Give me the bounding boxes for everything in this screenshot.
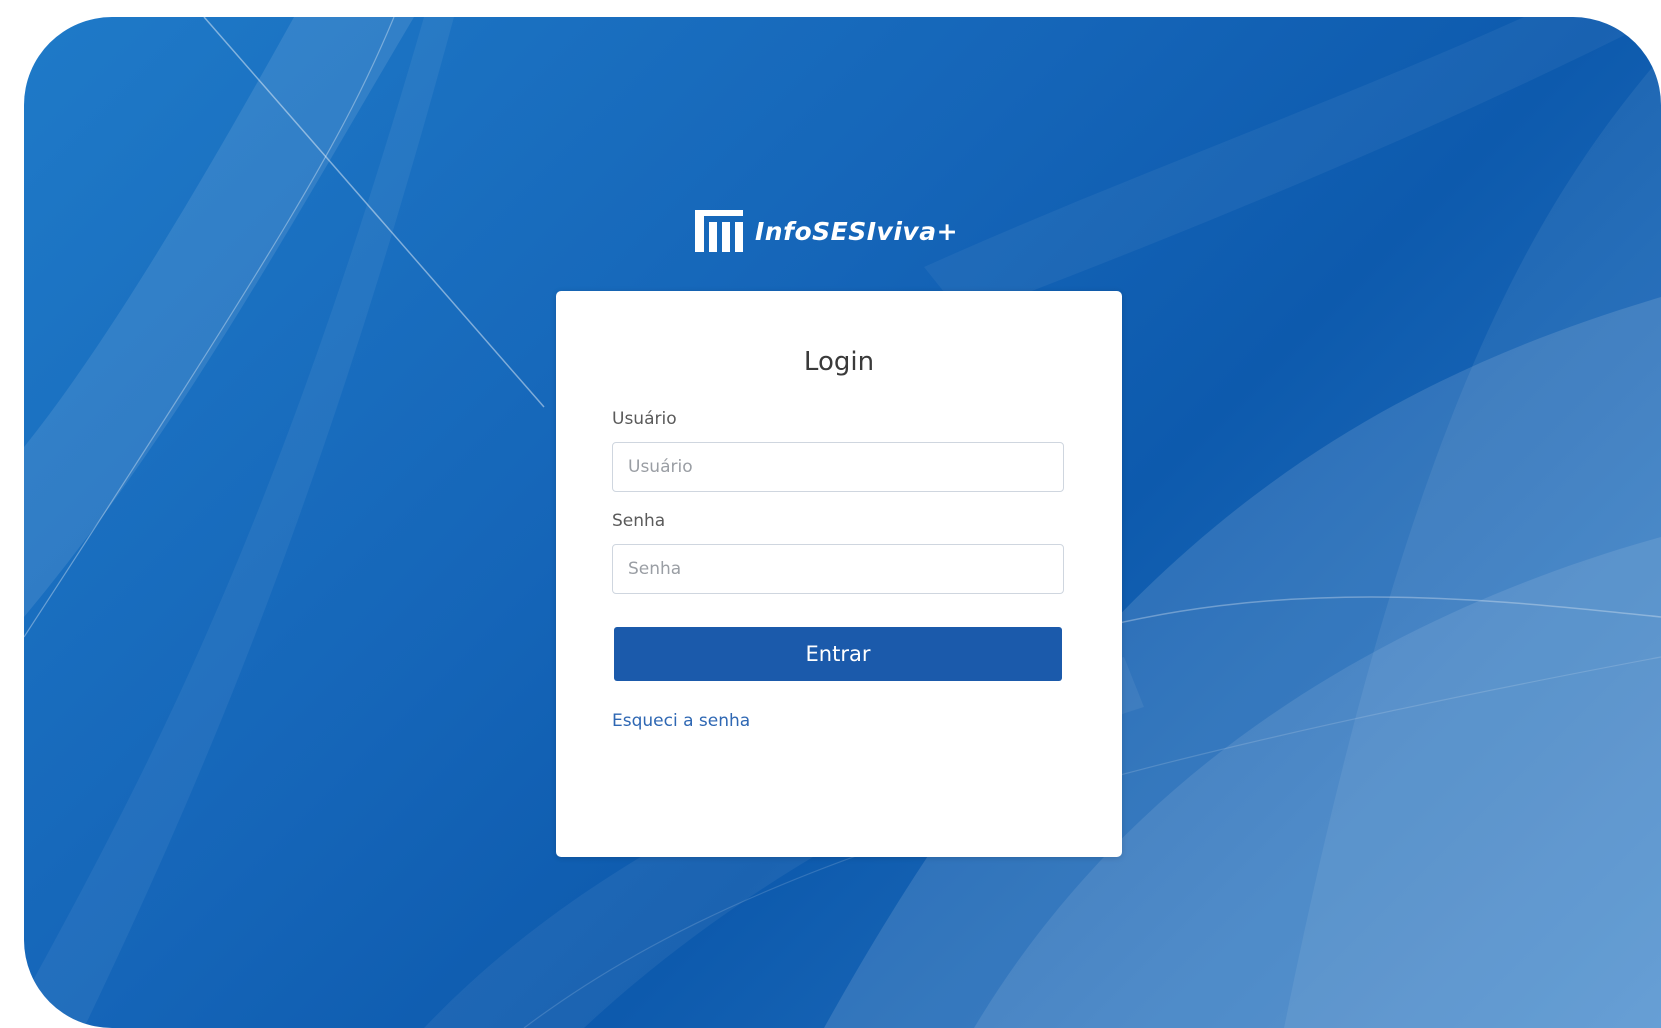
forgot-password-link[interactable]: Esqueci a senha bbox=[612, 711, 750, 731]
building-columns-icon bbox=[695, 210, 743, 252]
password-input[interactable] bbox=[612, 544, 1064, 594]
login-button[interactable]: Entrar bbox=[614, 627, 1062, 681]
login-screen: InfoSESIviva+ Login Usuário Senha Entrar… bbox=[24, 17, 1661, 1028]
login-title: Login bbox=[803, 347, 875, 377]
brand-name: InfoSESIviva+ bbox=[755, 216, 959, 246]
login-card: Login Usuário Senha Entrar Esqueci a sen… bbox=[556, 291, 1122, 857]
password-label: Senha bbox=[612, 511, 666, 531]
username-input[interactable] bbox=[612, 442, 1064, 492]
username-label: Usuário bbox=[612, 409, 677, 429]
brand-logo: InfoSESIviva+ bbox=[695, 209, 958, 253]
